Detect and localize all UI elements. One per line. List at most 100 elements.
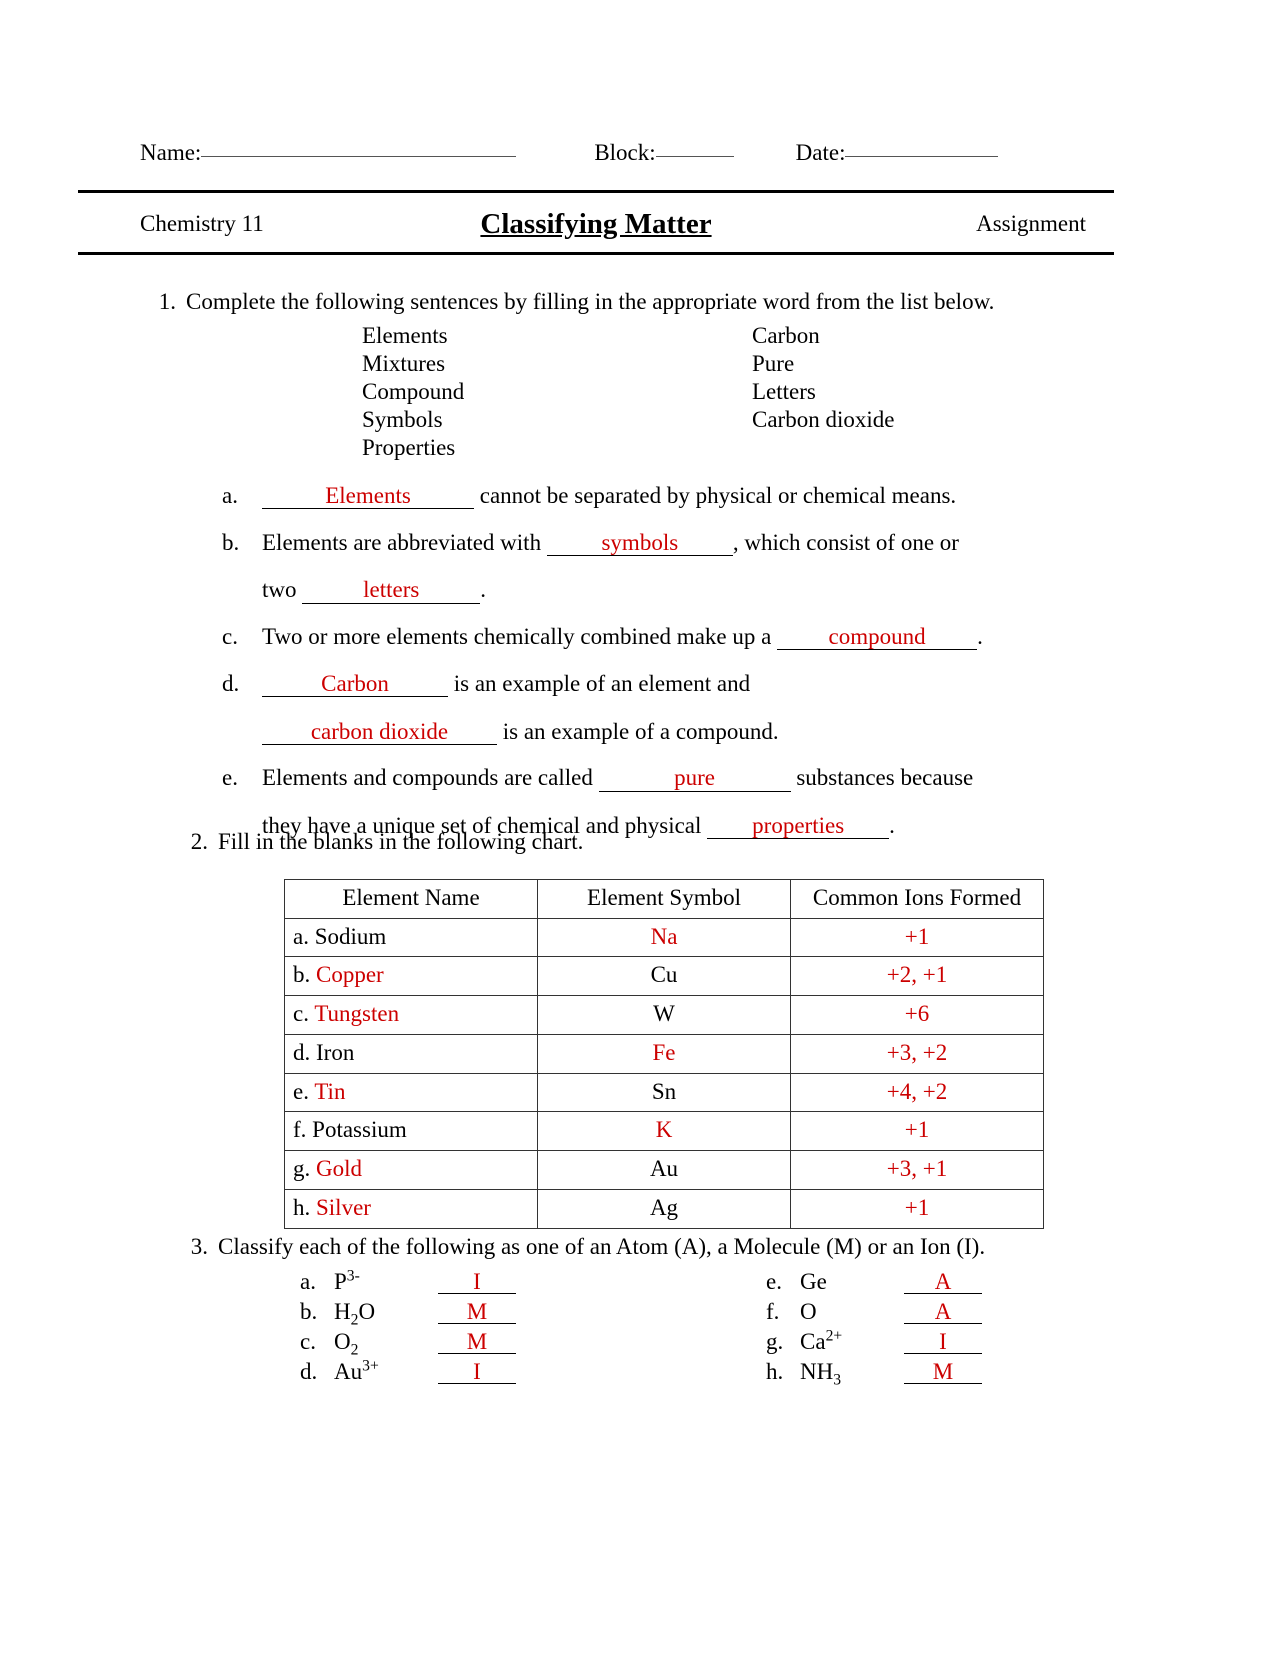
cell-element-name[interactable]: b. Copper xyxy=(284,956,538,996)
element-name-value: Iron xyxy=(316,1039,355,1065)
item-text-before: Elements and compounds are called xyxy=(262,765,599,791)
answer-blank-1d-2[interactable]: carbon dioxide xyxy=(262,719,497,745)
cell-element-name[interactable]: a. Sodium xyxy=(284,917,538,958)
cell-element-name[interactable]: g. Gold xyxy=(284,1150,538,1190)
answer-blank-3d[interactable]: I xyxy=(438,1360,516,1384)
formula-base: H xyxy=(334,1298,351,1324)
formula-superscript: 3+ xyxy=(362,1357,379,1375)
wordbank-item: Pure xyxy=(752,350,795,376)
item-text-before: Two or more elements chemically combined… xyxy=(262,624,778,650)
item-text-after: is an example of a compound. xyxy=(497,718,779,744)
item-text-after: , which consist of one or xyxy=(732,529,959,555)
answer-blank-1e-1[interactable]: pure xyxy=(598,765,791,792)
formula-base: Ge xyxy=(800,1268,827,1294)
wordbank-item: Mixtures xyxy=(362,350,446,376)
element-chart: Element Name Element Symbol Common Ions … xyxy=(284,878,1044,1229)
item-letter: d. xyxy=(222,670,240,696)
element-chart-body: a. Sodium Na +1 b. Copper Cu +2, +1 c. T… xyxy=(284,917,1044,1229)
common-ions-value: +3, +1 xyxy=(886,1156,948,1181)
row-letter: c. xyxy=(293,1001,309,1026)
answer-blank-3h[interactable]: M xyxy=(904,1360,982,1384)
item-letter: a. xyxy=(300,1268,316,1294)
question-3-column-left: a. P3- I b. H2O M c. O2 M d. Au3+ I xyxy=(300,1266,706,1386)
answer-blank-3c[interactable]: M xyxy=(438,1330,516,1354)
wordbank-item: Carbon xyxy=(752,322,820,348)
item-b-line2: two letters. xyxy=(262,574,1140,606)
question-3-item-f: f. O A xyxy=(766,1296,1172,1326)
cell-common-ions[interactable]: +2, +1 xyxy=(790,956,1044,996)
cell-element-name[interactable]: c. Tungsten xyxy=(284,995,538,1035)
item-text-after: substances because xyxy=(790,765,974,791)
answer-blank-1c[interactable]: compound xyxy=(777,624,978,651)
table-row: b. Copper Cu +2, +1 xyxy=(284,956,1044,996)
column-header-common-ions: Common Ions Formed xyxy=(790,878,1044,919)
element-name-value: Tin xyxy=(314,1078,346,1104)
question-3-number: 3. xyxy=(190,1234,208,1259)
question-3-item-a: a. P3- I xyxy=(300,1266,706,1296)
cell-element-name[interactable]: h. Silver xyxy=(284,1188,538,1229)
block-input-rule[interactable] xyxy=(655,155,734,157)
answer-blank-3e[interactable]: A xyxy=(904,1270,982,1294)
cell-common-ions[interactable]: +3, +1 xyxy=(790,1150,1044,1190)
date-input-rule[interactable] xyxy=(845,155,999,157)
cell-common-ions[interactable]: +1 xyxy=(790,917,1044,958)
answer-blank-3f[interactable]: A xyxy=(904,1300,982,1324)
chemical-formula: Ca2+ xyxy=(800,1326,904,1357)
cell-element-name[interactable]: d. Iron xyxy=(284,1033,538,1074)
answer-blank-1d-1[interactable]: Carbon xyxy=(262,671,448,698)
cell-element-name[interactable]: f. Potassium xyxy=(284,1111,538,1151)
row-letter: b. xyxy=(293,962,311,988)
cell-common-ions[interactable]: +1 xyxy=(790,1188,1044,1229)
answer-blank-3a[interactable]: I xyxy=(438,1270,516,1294)
row-letter: e. xyxy=(293,1078,309,1104)
element-name-value: Sodium xyxy=(314,923,387,949)
row-letter: d. xyxy=(293,1039,311,1065)
answer-blank-1b-2[interactable]: letters xyxy=(302,577,481,604)
answer-blank-1a[interactable]: Elements xyxy=(262,483,474,510)
question-2: 2. Fill in the blanks in the following c… xyxy=(172,828,1152,1229)
question-1-number: 1. xyxy=(158,289,176,314)
cell-element-symbol[interactable]: Sn xyxy=(537,1072,791,1113)
common-ions-value: +1 xyxy=(904,1194,930,1220)
wordbank-item: Elements xyxy=(362,322,448,348)
answer-blank-1b-1[interactable]: symbols xyxy=(546,530,733,557)
element-symbol-value: K xyxy=(655,1117,673,1143)
chemical-formula: O xyxy=(800,1296,904,1327)
row-letter: f. xyxy=(293,1117,307,1143)
element-name-value: Copper xyxy=(316,962,384,988)
answer-blank-3b[interactable]: M xyxy=(438,1300,516,1324)
cell-element-symbol[interactable]: Au xyxy=(537,1150,791,1190)
question-3-item-g: g. Ca2+ I xyxy=(766,1326,1172,1356)
cell-element-symbol[interactable]: Ag xyxy=(537,1188,791,1229)
row-letter: a. xyxy=(293,923,309,949)
answer-blank-3g[interactable]: I xyxy=(904,1330,982,1354)
question-1-wordbank: Elements Mixtures Compound Symbols Prope… xyxy=(362,322,1140,462)
cell-common-ions[interactable]: +1 xyxy=(790,1111,1044,1151)
item-text-before: two xyxy=(262,577,303,603)
cell-element-symbol[interactable]: W xyxy=(537,995,791,1035)
cell-element-symbol[interactable]: Cu xyxy=(537,956,791,996)
student-info-row: Name: Block: Date: xyxy=(140,140,1075,166)
cell-element-symbol[interactable]: K xyxy=(537,1111,791,1151)
date-label: Date: xyxy=(795,140,846,165)
header-rule-top xyxy=(78,190,1114,193)
cell-common-ions[interactable]: +3, +2 xyxy=(790,1033,1044,1074)
item-letter: g. xyxy=(766,1328,784,1354)
cell-element-name[interactable]: e. Tin xyxy=(284,1072,538,1113)
cell-common-ions[interactable]: +6 xyxy=(790,995,1044,1035)
formula-base: P xyxy=(334,1268,347,1294)
cell-common-ions[interactable]: +4, +2 xyxy=(790,1072,1044,1113)
element-symbol-value: Fe xyxy=(652,1039,676,1065)
item-letter: e. xyxy=(766,1268,782,1294)
item-letter: c. xyxy=(222,624,238,650)
question-1-item-a: a. Elements cannot be separated by physi… xyxy=(186,480,1140,512)
table-header-row: Element Name Element Symbol Common Ions … xyxy=(284,878,1044,919)
cell-element-symbol[interactable]: Fe xyxy=(537,1033,791,1074)
cell-element-symbol[interactable]: Na xyxy=(537,917,791,958)
element-name-value: Gold xyxy=(316,1156,362,1181)
item-text-after: is an example of an element and xyxy=(448,670,751,696)
name-input-rule[interactable] xyxy=(201,155,517,157)
column-header-element-name: Element Name xyxy=(284,878,538,919)
question-1-prompt: Complete the following sentences by fill… xyxy=(186,289,995,314)
formula-subscript: 3 xyxy=(833,1371,842,1389)
